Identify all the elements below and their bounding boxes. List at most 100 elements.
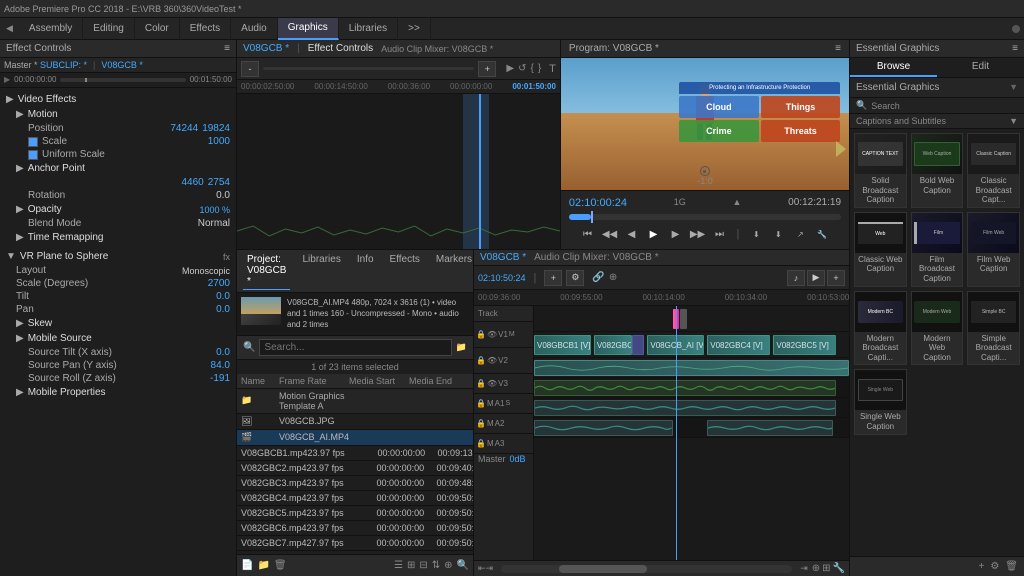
col-start[interactable]: Media Start (349, 376, 409, 386)
tab-color[interactable]: Color (135, 18, 180, 40)
pm-wrench-btn[interactable]: 🔧 (813, 226, 831, 242)
zoom-slider[interactable] (263, 67, 474, 70)
template-solid-broadcast[interactable]: CAPTION TEXT Solid Broadcast Caption (854, 133, 907, 208)
eg-trash-icon[interactable]: 🗑 (1005, 561, 1018, 572)
src-pan-value[interactable]: 84.0 (211, 360, 230, 371)
mute-icon-a2[interactable]: M (487, 419, 494, 428)
time-remapping-header[interactable]: ▶ Time Remapping (4, 230, 232, 245)
list-item[interactable]: V082GBC6.mp4 23.97 fps 00:00:00:00 00:09… (237, 521, 473, 536)
tl-clip-a3-2[interactable] (707, 420, 833, 436)
tab-effects[interactable]: Effects (180, 18, 231, 40)
lock-icon-a2[interactable]: 🔒 (476, 419, 486, 428)
new-bin-icon[interactable]: 📁 (456, 342, 467, 353)
eg-settings-icon[interactable]: ⚙ (990, 561, 999, 572)
list-item[interactable]: 🖼 V08GCB.JPG (237, 414, 473, 430)
blend-value[interactable]: Normal (198, 218, 230, 229)
col-rate[interactable]: Frame Rate (279, 376, 349, 386)
mute-icon-a3[interactable]: M (487, 439, 494, 448)
playback-icon[interactable]: ▶ (506, 63, 514, 74)
audio-clip-mixer-tab[interactable]: Audio Clip Mixer: V08GCB * (381, 44, 493, 54)
proj-tab-project[interactable]: Project: V08GCB * (243, 252, 290, 290)
lock-icon-v1[interactable]: 🔒 (476, 330, 486, 339)
src-roll-value[interactable]: -191 (210, 373, 230, 384)
tl-tab-sequence[interactable]: V08GCB * (480, 252, 526, 263)
scale-checkbox[interactable] (28, 137, 38, 147)
list-item[interactable]: V082GBC2.mp4 23.97 fps 00:00:00:00 00:09… (237, 461, 473, 476)
tl-tool-2[interactable]: ⊞ (822, 563, 830, 574)
ec-header-menu[interactable]: ≡ (224, 43, 230, 54)
eg-new-layer-icon[interactable]: + (978, 561, 984, 572)
proj-tab-markers[interactable]: Markers (432, 252, 476, 290)
safe-area-icon[interactable] (700, 166, 710, 176)
tl-clip-a3-1[interactable] (534, 420, 673, 436)
track-a3[interactable] (534, 418, 849, 438)
track-v3[interactable] (534, 358, 849, 378)
eg-tab-browse[interactable]: Browse (850, 58, 937, 77)
tl-snap-icon[interactable]: ⊕ (609, 272, 617, 283)
list-item[interactable]: 📁 Motion Graphics Template A (237, 389, 473, 414)
template-bold-web[interactable]: Web Caption Bold Web Caption (911, 133, 964, 208)
lock-icon-a3[interactable]: 🔒 (476, 439, 486, 448)
zoom-out-btn[interactable]: - (241, 61, 259, 77)
list-item[interactable]: 🎬 V08GCB_AI.MP4 (237, 430, 473, 446)
icon-view-icon[interactable]: ⊞ (407, 560, 415, 571)
template-modern-web[interactable]: Modern Web Modern Web Caption (911, 291, 964, 366)
pm-next-frame-btn[interactable]: ▶ (667, 226, 685, 242)
new-bin-btn[interactable]: 📁 (257, 560, 269, 571)
ec-master-clip[interactable]: Master * SUBCLIP: * (4, 60, 87, 70)
mute-icon-a1[interactable]: M (487, 399, 494, 408)
tl-clip-v3[interactable] (534, 360, 849, 376)
tl-settings-btn[interactable]: ⚙ (566, 270, 584, 286)
new-item-icon[interactable]: 📄 (241, 560, 253, 571)
position-x[interactable]: 74244 (170, 123, 198, 134)
list-item[interactable]: V082GBC5.mp4 23.97 fps 00:00:00:00 00:09… (237, 506, 473, 521)
list-item[interactable]: V082GBC7.mp4 27.97 fps 00:00:00:00 00:09… (237, 536, 473, 551)
video-effects-header[interactable]: ▶ Video Effects (4, 92, 232, 107)
pm-step-back-btn[interactable]: ⏮ (579, 226, 597, 242)
proj-tab-effects[interactable]: Effects (386, 252, 424, 290)
in-point-icon[interactable]: { (530, 63, 533, 74)
sort-icon[interactable]: ⇅ (432, 560, 440, 571)
anchor-y[interactable]: 2754 (208, 177, 230, 188)
freeform-view-icon[interactable]: ⊟ (419, 560, 427, 571)
anchor-point-header[interactable]: ▶ Anchor Point (4, 161, 232, 176)
pm-prev-frame-btn[interactable]: ◀ (623, 226, 641, 242)
pm-fwd-btn[interactable]: ▶▶ (689, 226, 707, 242)
tl-clip-a1[interactable] (534, 380, 836, 396)
template-film-broadcast[interactable]: Film Film Broadcast Caption (911, 212, 964, 287)
lock-icon-v3[interactable]: 🔒 (476, 379, 486, 388)
eg-subsection-arrow[interactable]: ▼ (1009, 116, 1018, 126)
tab-assembly[interactable]: Assembly (19, 18, 83, 40)
automate-icon[interactable]: ⊕ (444, 560, 452, 571)
pm-overwrite-btn[interactable]: ⬇ (769, 226, 787, 242)
tl-fit-btn[interactable]: ⇤⇥ (478, 563, 493, 574)
eg-section-arrow[interactable]: ▼ (1009, 82, 1018, 93)
zoom-in-btn[interactable]: + (478, 61, 496, 77)
template-modern-broadcast[interactable]: Modern BC Modern Broadcast Capti... (854, 291, 907, 366)
delete-icon[interactable]: 🗑 (274, 560, 287, 571)
proj-tab-libraries[interactable]: Libraries (298, 252, 344, 290)
ec-source-clip[interactable]: V08GCB * (101, 60, 143, 70)
eye-icon-v2[interactable]: 👁 (487, 356, 497, 365)
tl-clip-v2-1[interactable]: V08GBCB1 [V] (534, 335, 591, 355)
search-input[interactable] (259, 339, 451, 356)
eg-search-placeholder[interactable]: Search (871, 101, 900, 111)
pm-playbar[interactable] (569, 214, 841, 220)
tab-audio[interactable]: Audio (231, 18, 278, 40)
tl-end-icon[interactable]: ⇥ (800, 563, 808, 574)
list-item[interactable]: V082GBC4.mp4 23.97 fps 00:00:00:00 00:09… (237, 491, 473, 506)
mute-icon-v1[interactable]: M (509, 331, 515, 338)
tl-tool-1[interactable]: ⊕ (812, 563, 820, 574)
tab-more[interactable]: >> (398, 18, 431, 40)
timeline-scrollbar[interactable] (501, 565, 792, 573)
find-icon[interactable]: 🔍 (457, 560, 469, 571)
mobile-props-header[interactable]: ▶ Mobile Properties (4, 385, 232, 400)
tl-linked-icon[interactable]: 🔗 (592, 272, 604, 283)
lock-icon-v2[interactable]: 🔒 (476, 356, 486, 365)
anchor-x[interactable]: 4460 (182, 177, 204, 188)
rotation-value[interactable]: 0.0 (216, 190, 230, 201)
tl-add-marker-btn[interactable]: + (544, 270, 562, 286)
add-text-icon[interactable]: T (549, 63, 556, 75)
col-end[interactable]: Media End (409, 376, 469, 386)
eye-icon-v1[interactable]: 👁 (487, 330, 497, 339)
